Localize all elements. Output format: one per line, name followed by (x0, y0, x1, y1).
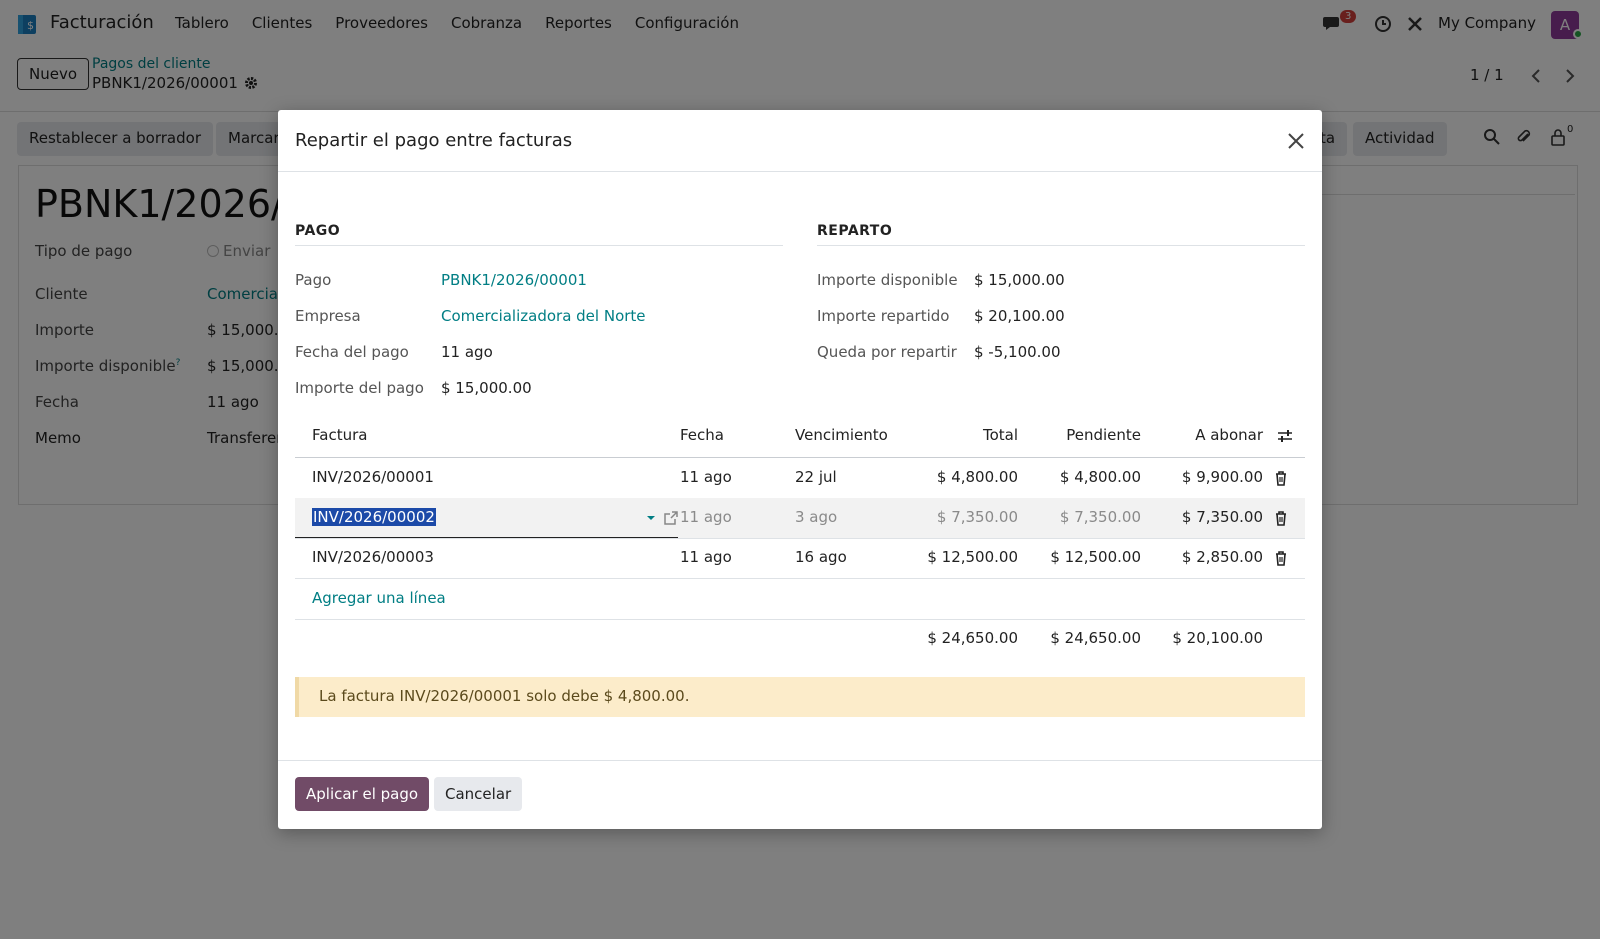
row1-total[interactable]: $ 4,800.00 (898, 468, 1018, 486)
remaining-label: Queda por repartir (817, 343, 957, 361)
external-link-icon[interactable] (663, 510, 679, 526)
column-header-invoice[interactable]: Factura (312, 426, 367, 444)
column-header-pending[interactable]: Pendiente (1018, 426, 1141, 444)
total-sum: $ 24,650.00 (927, 629, 1018, 647)
invoice-input-selected-text[interactable]: INV/2026/00002 (312, 508, 436, 526)
distributed-label: Importe repartido (817, 307, 950, 325)
caret-down-icon[interactable] (646, 514, 656, 522)
row3-invoice[interactable]: INV/2026/00003 (312, 548, 434, 566)
row1-apply[interactable]: $ 9,900.00 (1141, 468, 1263, 486)
warning-text: La factura INV/2026/00001 solo debe $ 4,… (319, 687, 690, 705)
section-divider (295, 245, 783, 246)
row2-due[interactable]: 3 ago (795, 508, 837, 526)
invoice-many2one-input[interactable]: INV/2026/00002 (295, 500, 678, 538)
payment-amount-label: Importe del pago (295, 379, 424, 397)
row3-total[interactable]: $ 12,500.00 (898, 548, 1018, 566)
column-header-date[interactable]: Fecha (680, 426, 724, 444)
allocate-payment-dialog: Repartir el pago entre facturas PAGO REP… (278, 110, 1322, 829)
company-link[interactable]: Comercializadora del Norte (441, 307, 646, 325)
apply-sum: $ 20,100.00 (1172, 629, 1263, 647)
trash-icon[interactable] (1274, 550, 1288, 566)
row1-due[interactable]: 22 jul (795, 468, 837, 486)
column-header-total[interactable]: Total (898, 426, 1018, 444)
distributed-value: $ 20,100.00 (974, 307, 1065, 325)
apply-payment-button[interactable]: Aplicar el pago (295, 777, 430, 811)
row3-apply[interactable]: $ 2,850.00 (1141, 548, 1263, 566)
row3-pending[interactable]: $ 12,500.00 (1018, 548, 1141, 566)
table-header-divider (295, 457, 1305, 458)
row1-invoice[interactable]: INV/2026/00001 (312, 468, 434, 486)
payment-date-label: Fecha del pago (295, 343, 409, 361)
row-divider (295, 538, 1305, 539)
distribution-section-title: REPARTO (817, 223, 893, 239)
company-label: Empresa (295, 307, 361, 325)
row3-due[interactable]: 16 ago (795, 548, 847, 566)
row-divider (295, 578, 1305, 579)
column-header-due[interactable]: Vencimiento (795, 426, 888, 444)
available-label: Importe disponible (817, 271, 958, 289)
add-line-link[interactable]: Agregar una línea (312, 589, 446, 607)
cancel-button[interactable]: Cancelar (434, 777, 523, 811)
row1-pending[interactable]: $ 4,800.00 (1018, 468, 1141, 486)
row1-date[interactable]: 11 ago (680, 468, 732, 486)
payment-amount-value: $ 15,000.00 (441, 379, 532, 397)
remaining-value: $ -5,100.00 (974, 343, 1061, 361)
payment-section-title: PAGO (295, 223, 341, 239)
payment-ref-label: Pago (295, 271, 332, 289)
row2-total[interactable]: $ 7,350.00 (898, 508, 1018, 526)
trash-icon[interactable] (1274, 510, 1288, 526)
row2-pending[interactable]: $ 7,350.00 (1018, 508, 1141, 526)
optional-columns-icon[interactable] (1277, 428, 1293, 444)
row-divider (295, 619, 1305, 620)
modal-title: Repartir el pago entre facturas (295, 130, 573, 151)
available-value: $ 15,000.00 (974, 271, 1065, 289)
row3-date[interactable]: 11 ago (680, 548, 732, 566)
section-divider (817, 245, 1305, 246)
close-icon[interactable] (1285, 130, 1307, 152)
modal-header: Repartir el pago entre facturas (278, 110, 1322, 172)
payment-ref-link[interactable]: PBNK1/2026/00001 (441, 271, 587, 289)
warning-alert: La factura INV/2026/00001 solo debe $ 4,… (295, 677, 1305, 717)
row2-date[interactable]: 11 ago (680, 508, 732, 526)
pending-sum: $ 24,650.00 (1050, 629, 1141, 647)
modal-footer: Aplicar el pago Cancelar (278, 760, 1322, 829)
column-header-apply[interactable]: A abonar (1141, 426, 1263, 444)
payment-date-value: 11 ago (441, 343, 493, 361)
row2-apply[interactable]: $ 7,350.00 (1141, 508, 1263, 526)
trash-icon[interactable] (1274, 470, 1288, 486)
